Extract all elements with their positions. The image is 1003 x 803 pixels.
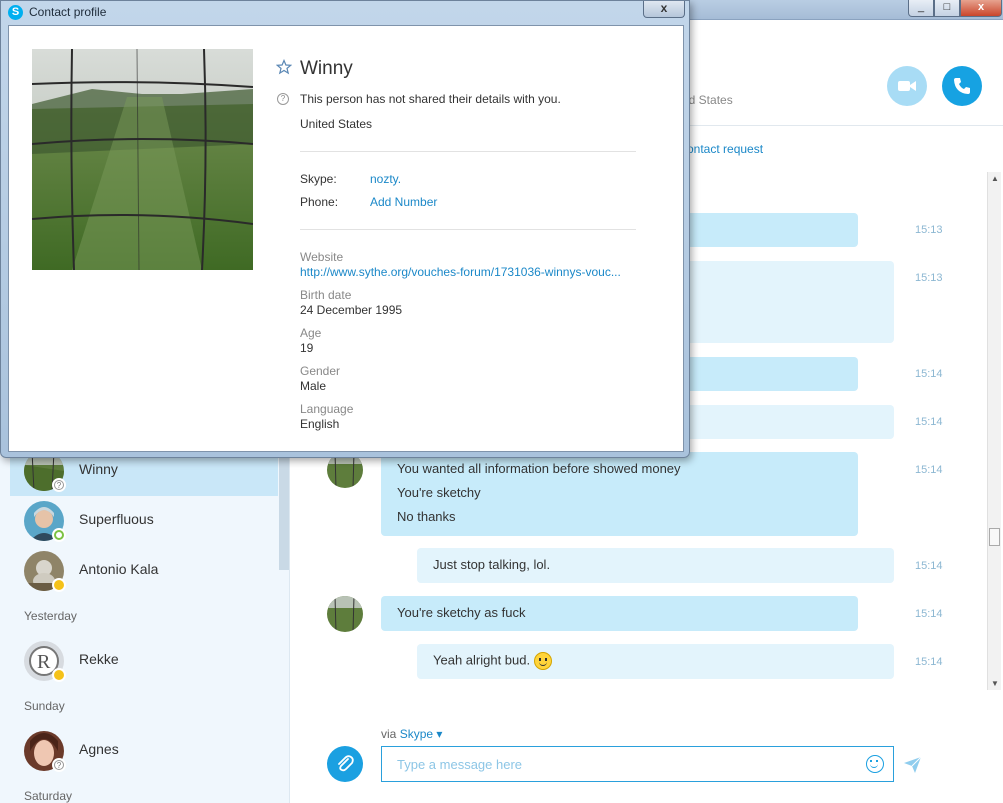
website-link[interactable]: http://www.sythe.org/vouches-forum/17310… <box>300 265 636 279</box>
status-away-icon <box>52 578 66 592</box>
language-value: English <box>300 417 340 431</box>
via-label: via <box>381 727 397 741</box>
message-bubble-1 <box>680 213 858 247</box>
contact-request-link[interactable]: ontact request <box>687 142 763 156</box>
service-name: Skype <box>399 727 434 741</box>
age-label: Age <box>300 326 322 340</box>
video-call-icon <box>898 81 916 91</box>
star-icon[interactable] <box>276 59 292 75</box>
minimize-button[interactable]: _ <box>908 0 934 17</box>
contact-name: Winny <box>79 461 118 477</box>
contact-profile-dialog: S Contact profile x Winny ? This person … <box>0 0 690 458</box>
svg-text:R: R <box>37 651 51 673</box>
message-line: You wanted all information before showed… <box>397 461 681 476</box>
add-number-link[interactable]: Add Number <box>370 195 437 209</box>
divider <box>300 229 636 230</box>
scroll-up-icon[interactable]: ▲ <box>990 174 1000 183</box>
dropdown-caret-icon: ▾ <box>436 727 443 741</box>
message-time: 15:13 <box>915 224 943 236</box>
skype-id-link[interactable]: nozty. <box>370 172 401 186</box>
sidebar-contact-rekke[interactable]: R Rekke <box>10 636 278 686</box>
message-time: 15:13 <box>915 272 943 284</box>
question-icon: ? <box>277 93 289 105</box>
audio-call-button[interactable] <box>942 66 982 106</box>
birthdate-label: Birth date <box>300 288 352 302</box>
send-icon[interactable] <box>903 755 923 775</box>
details-notice: This person has not shared their details… <box>300 92 561 106</box>
message-bubble-4 <box>680 405 894 439</box>
message-bubble-5: You wanted all information before showed… <box>381 452 858 536</box>
sidebar-contact-agnes[interactable]: Agnes <box>10 726 278 776</box>
dialog-title: Contact profile <box>29 5 107 19</box>
sender-avatar <box>327 596 363 632</box>
sidebar-scrollbar[interactable] <box>279 450 289 570</box>
sidebar-contact-superfluous[interactable]: Superfluous <box>10 496 278 546</box>
paperclip-icon <box>338 755 354 772</box>
message-bubble-6: Just stop talking, lol. <box>417 548 894 583</box>
birthdate-value: 24 December 1995 <box>300 303 403 317</box>
phone-call-icon <box>954 78 970 94</box>
contact-name: Antonio Kala <box>79 561 159 577</box>
message-time: 15:14 <box>915 368 943 380</box>
message-bubble-2 <box>680 261 894 343</box>
status-unknown-icon <box>52 478 66 492</box>
message-bubble-8: Yeah alright bud. <box>417 644 894 679</box>
scroll-down-icon[interactable]: ▼ <box>990 679 1000 688</box>
message-bubble-3 <box>680 357 858 391</box>
chat-scrollbar[interactable]: ▲ ▼ <box>987 172 1001 690</box>
contact-country: United States <box>300 117 373 131</box>
contact-name: Superfluous <box>79 511 154 527</box>
language-label: Language <box>300 402 354 416</box>
message-text-wrap: Yeah alright bud. <box>433 652 553 670</box>
scroll-thumb[interactable] <box>989 528 1000 546</box>
group-label-saturday: Saturday <box>24 789 73 803</box>
skype-label: Skype: <box>300 172 337 186</box>
profile-photo <box>32 49 253 270</box>
message-text: Yeah alright bud. <box>433 652 531 668</box>
message-time: 15:14 <box>915 464 943 476</box>
status-unknown-icon <box>52 758 66 772</box>
status-online-icon <box>52 528 66 542</box>
video-call-button[interactable] <box>887 66 927 106</box>
message-line: No thanks <box>397 509 456 524</box>
message-text: You're sketchy as fuck <box>397 605 526 620</box>
close-button[interactable]: x <box>960 0 1002 17</box>
message-time: 15:14 <box>915 416 943 428</box>
gender-value: Male <box>300 379 327 393</box>
age-value: 19 <box>300 341 314 355</box>
smiley-emoticon-icon <box>534 652 553 670</box>
contact-name: Agnes <box>79 741 119 757</box>
website-label: Website <box>300 250 344 264</box>
contact-name-heading: Winny <box>300 58 353 79</box>
message-time: 15:14 <box>915 656 943 668</box>
gender-label: Gender <box>300 364 341 378</box>
status-away-icon <box>52 668 66 682</box>
group-label-sunday: Sunday <box>24 699 65 713</box>
message-time: 15:14 <box>915 608 943 620</box>
sidebar-contact-antonio-kala[interactable]: Antonio Kala <box>10 546 278 596</box>
service-selector[interactable]: Skype ▾ <box>400 727 443 741</box>
message-bubble-7: You're sketchy as fuck <box>381 596 858 631</box>
emoji-icon[interactable] <box>866 755 884 773</box>
phone-label: Phone: <box>300 195 339 209</box>
profile-body: Winny ? This person has not shared their… <box>8 25 684 452</box>
via-service: via Skype ▾ <box>381 727 442 741</box>
skype-logo-icon: S <box>8 5 23 20</box>
contact-name: Rekke <box>79 651 119 667</box>
maximize-button[interactable]: □ <box>934 0 960 17</box>
dialog-close-button[interactable]: x <box>643 1 685 18</box>
message-text: Just stop talking, lol. <box>433 557 551 572</box>
group-label-yesterday: Yesterday <box>24 609 77 623</box>
message-line: You're sketchy <box>397 485 481 500</box>
divider <box>300 151 636 152</box>
message-input[interactable] <box>381 746 894 782</box>
message-time: 15:14 <box>915 560 943 572</box>
attach-button[interactable] <box>327 746 363 782</box>
